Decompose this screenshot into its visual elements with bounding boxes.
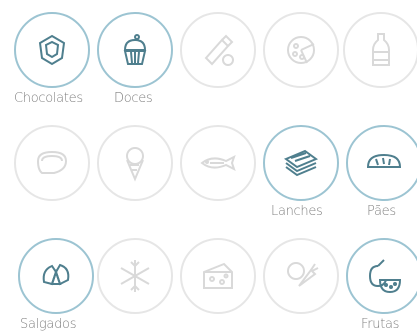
category-circle[interactable] (180, 12, 256, 88)
category-soda[interactable] (343, 12, 417, 88)
category-paes[interactable] (346, 125, 417, 201)
category-circle[interactable] (97, 125, 173, 201)
category-pizza[interactable] (263, 12, 339, 88)
category-circle[interactable] (14, 125, 90, 201)
category-frutas[interactable] (346, 238, 417, 314)
category-chocolates[interactable] (14, 12, 90, 88)
category-fish[interactable] (180, 125, 256, 201)
category-label-lanches: Lanches (271, 204, 323, 219)
category-circle[interactable] (346, 125, 417, 201)
category-circle[interactable] (14, 12, 90, 88)
category-label-salgados: Salgados (20, 317, 77, 332)
category-frozen[interactable] (97, 238, 173, 314)
vegetables-icon (287, 262, 319, 287)
category-circle[interactable] (343, 12, 417, 88)
category-circle[interactable] (97, 12, 173, 88)
category-steak[interactable] (14, 125, 90, 201)
category-circle[interactable] (97, 238, 173, 314)
category-label-doces: Doces (114, 91, 153, 106)
category-cheese[interactable] (180, 238, 256, 314)
sandwich-icon (283, 149, 319, 177)
category-circle[interactable] (263, 125, 339, 201)
category-salgados[interactable] (18, 238, 94, 314)
category-doces[interactable] (97, 12, 173, 88)
bread-icon (366, 153, 402, 168)
category-circle[interactable] (180, 125, 256, 201)
category-circle[interactable] (18, 238, 94, 314)
croissant-icon (42, 263, 70, 286)
category-ice-cream[interactable] (97, 125, 173, 201)
category-lanches[interactable] (263, 125, 339, 201)
fruits-icon (368, 259, 402, 294)
fish-icon (200, 155, 236, 171)
category-label-paes: Pães (367, 204, 396, 219)
chocolate-icon (38, 34, 66, 66)
ice-cream-cone-icon (126, 147, 144, 182)
category-label-frutas: Frutas (361, 317, 400, 332)
snowflake-icon (120, 260, 150, 292)
cheese-icon (203, 262, 233, 289)
cupcake-icon (123, 34, 147, 65)
soda-bottle-icon (372, 33, 390, 66)
baby-bottle-icon (204, 34, 234, 66)
category-circle[interactable] (263, 12, 339, 88)
category-circle[interactable] (263, 238, 339, 314)
category-circle[interactable] (180, 238, 256, 314)
steak-icon (36, 150, 68, 174)
category-baby-bottle[interactable] (180, 12, 256, 88)
pizza-icon (287, 36, 315, 64)
category-circle[interactable] (346, 238, 417, 314)
category-vegetables[interactable] (263, 238, 339, 314)
category-label-chocolates: Chocolates (14, 91, 83, 106)
